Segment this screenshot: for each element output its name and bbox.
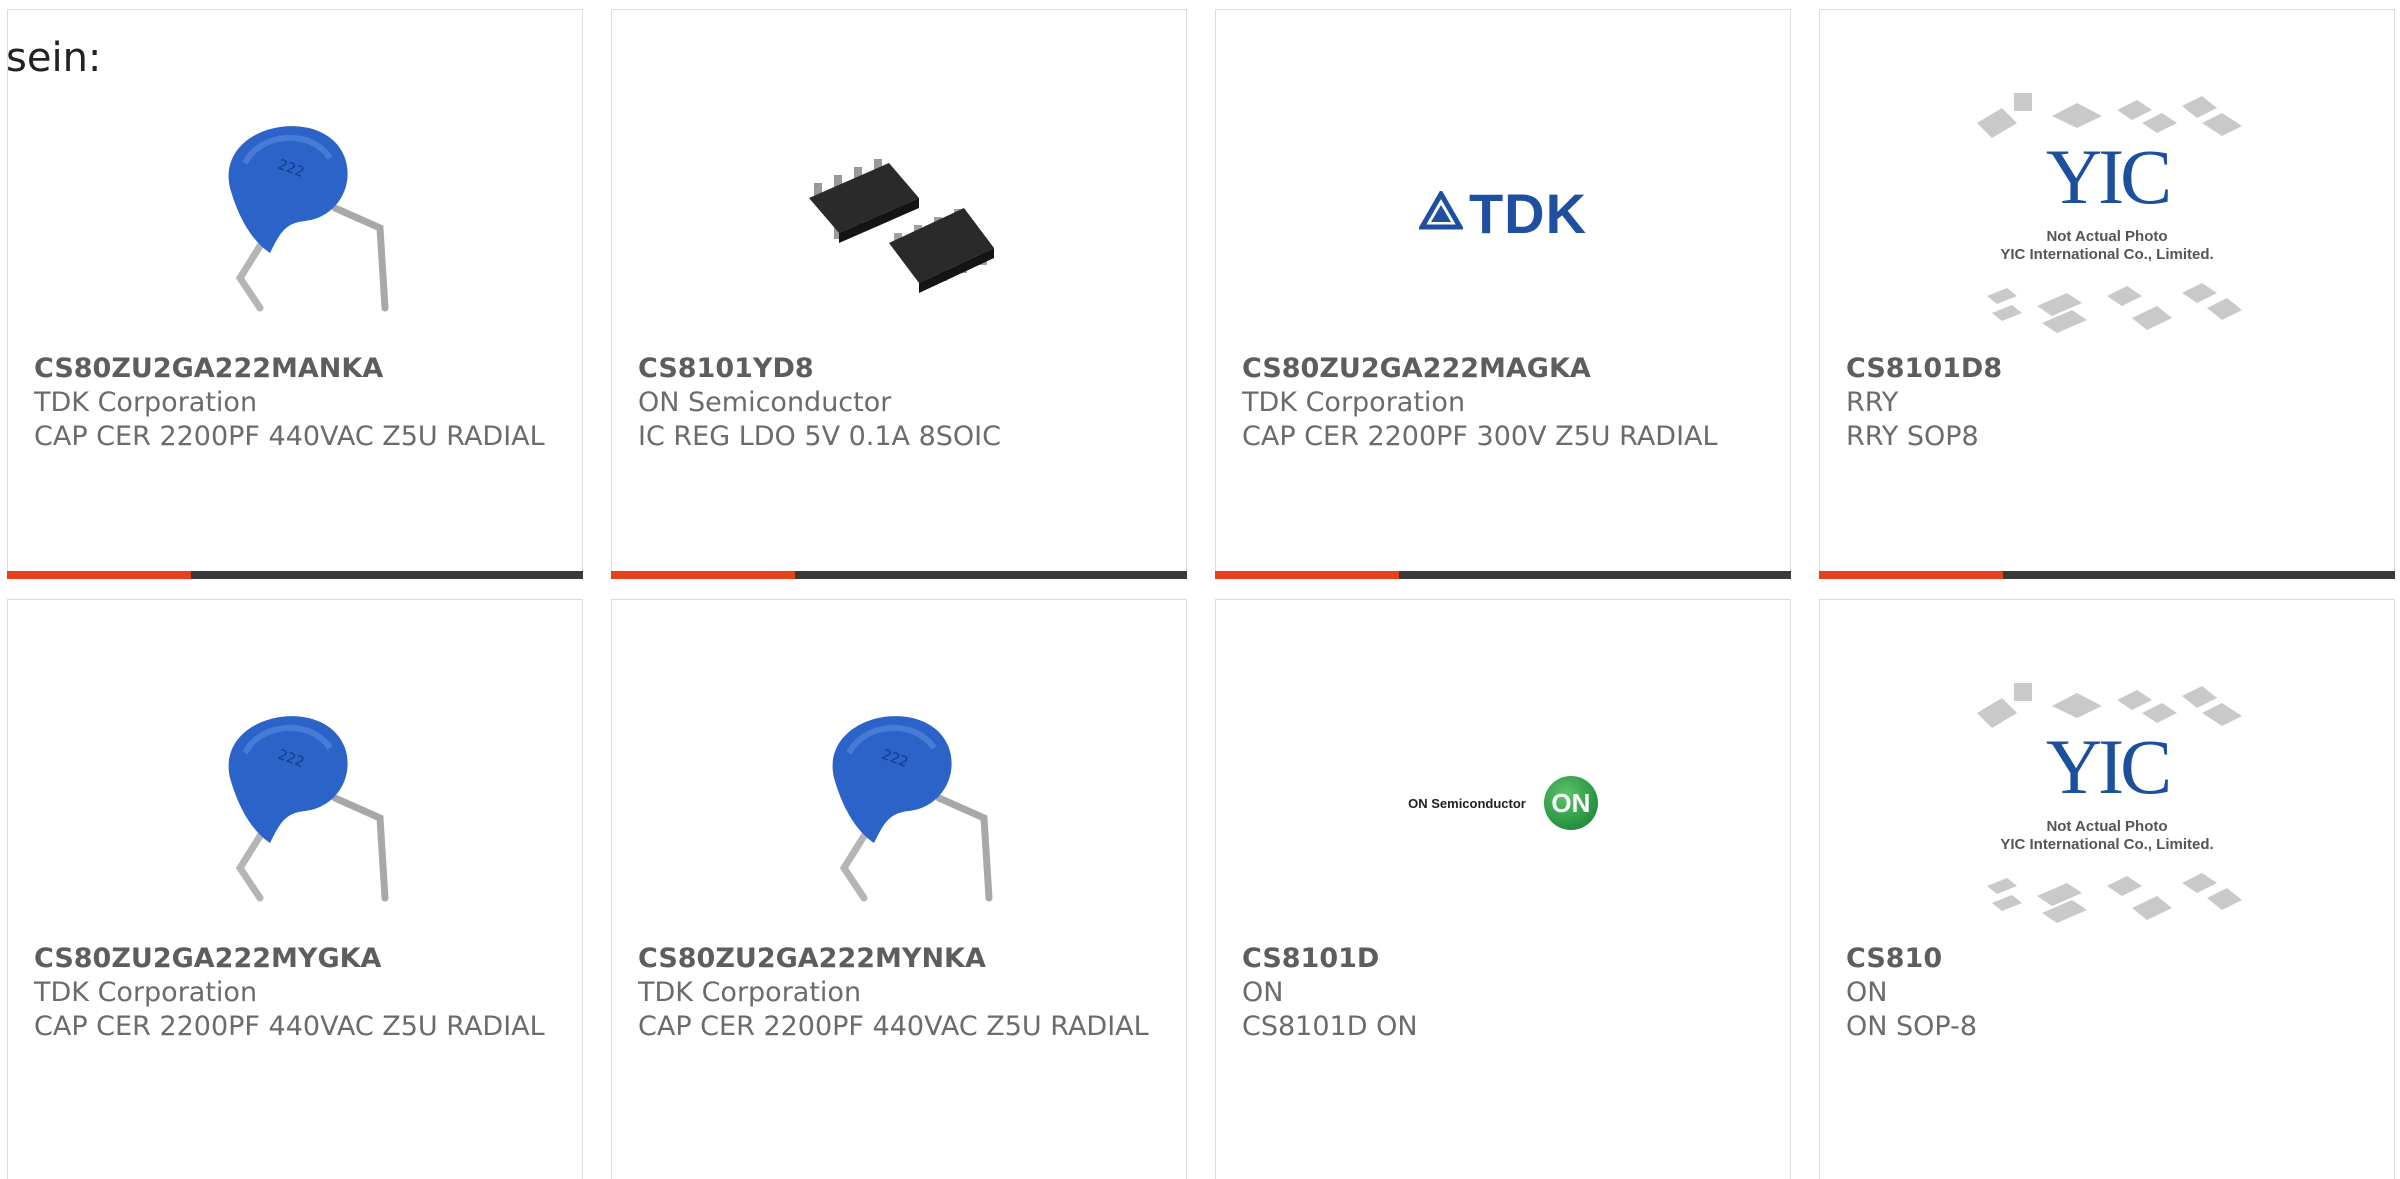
manufacturer: TDK Corporation: [34, 387, 258, 418]
part-number[interactable]: CS80ZU2GA222MANKA: [34, 352, 562, 386]
card-bar-accent: [1215, 571, 1399, 579]
part-number[interactable]: CS80ZU2GA222MYNKA: [638, 942, 1166, 976]
card-bar-accent: [7, 571, 191, 579]
part-number[interactable]: CS810: [1846, 942, 2374, 976]
description: CS8101D ON: [1242, 1011, 1418, 1042]
capacitor-image[interactable]: 222: [749, 668, 1049, 938]
part-number[interactable]: CS80ZU2GA222MYGKA: [34, 942, 562, 976]
product-card[interactable]: 222 CS80ZU2GA222MYGKA TDK Corporation CA…: [7, 599, 583, 1179]
card-bar: [1215, 571, 1791, 579]
manufacturer: ON: [1242, 977, 1284, 1008]
part-number[interactable]: CS8101D8: [1846, 352, 2374, 386]
placeholder-image[interactable]: YIC Not Actual Photo YIC International C…: [1957, 668, 2257, 938]
product-card[interactable]: ON Semiconductor ON CS8101D ON CS8101D O…: [1215, 599, 1791, 1179]
placeholder-image[interactable]: YIC Not Actual Photo YIC International C…: [1957, 78, 2257, 348]
card-bar: [1819, 571, 2395, 579]
yic-placeholder: YIC Not Actual Photo YIC International C…: [1957, 668, 2257, 938]
description: CAP CER 2200PF 440VAC Z5U RADIAL: [638, 1011, 1149, 1042]
yic-placeholder: YIC Not Actual Photo YIC International C…: [1957, 78, 2257, 348]
caption-line: Not Actual Photo: [2046, 818, 2168, 835]
blue-ceramic-capacitor-icon: 222: [228, 126, 389, 312]
placeholder-caption: Not Actual Photo YIC International Co., …: [1957, 228, 2257, 264]
manufacturer: ON Semiconductor: [638, 387, 892, 418]
description: ON SOP-8: [1846, 1011, 1978, 1042]
part-number[interactable]: CS8101YD8: [638, 352, 1166, 386]
yic-logo-text: YIC: [2045, 133, 2172, 220]
product-card[interactable]: 222 CS80ZU2GA222MYNKA TDK Corporation CA…: [611, 599, 1187, 1179]
product-card[interactable]: CS8101YD8 ON Semiconductor IC REG LDO 5V…: [611, 9, 1187, 579]
tdk-logo-text: TDK: [1468, 181, 1588, 245]
description: CAP CER 2200PF 440VAC Z5U RADIAL: [34, 1011, 545, 1042]
card-bar-accent: [1819, 571, 2003, 579]
soic-8-chip-icon: [809, 159, 994, 293]
product-card[interactable]: 222 CS80ZU2GA222MANKA TDK Corporation CA…: [7, 9, 583, 579]
card-bar-accent: [611, 571, 795, 579]
capacitor-image[interactable]: 222: [145, 668, 445, 938]
placeholder-caption: Not Actual Photo YIC International Co., …: [1957, 818, 2257, 854]
yic-logo-text: YIC: [2045, 723, 2172, 810]
product-card[interactable]: YIC Not Actual Photo YIC International C…: [1819, 9, 2395, 579]
part-number[interactable]: CS80ZU2GA222MAGKA: [1242, 352, 1770, 386]
manufacturer: ON: [1846, 977, 1888, 1008]
brand-logo-image[interactable]: TDK: [1353, 78, 1653, 348]
blue-ceramic-capacitor-icon: 222: [832, 716, 993, 902]
blue-ceramic-capacitor-icon: 222: [228, 716, 389, 902]
chip-image[interactable]: [749, 78, 1049, 348]
manufacturer: TDK Corporation: [34, 977, 258, 1008]
manufacturer: RRY: [1846, 387, 1899, 418]
on-semiconductor-logo: ON Semiconductor ON: [1408, 776, 1598, 830]
description: CAP CER 2200PF 300V Z5U RADIAL: [1242, 421, 1718, 452]
description: RRY SOP8: [1846, 421, 1979, 452]
description: CAP CER 2200PF 440VAC Z5U RADIAL: [34, 421, 545, 452]
on-logo-badge: ON: [1543, 776, 1598, 830]
part-number[interactable]: CS8101D: [1242, 942, 1770, 976]
tdk-triangle-icon: [1418, 191, 1463, 230]
product-card[interactable]: TDK CS80ZU2GA222MAGKA TDK Corporation CA…: [1215, 9, 1791, 579]
caption-line: Not Actual Photo: [2046, 228, 2168, 245]
card-bar: [611, 571, 1187, 579]
manufacturer: TDK Corporation: [1242, 387, 1466, 418]
product-card[interactable]: YIC Not Actual Photo YIC International C…: [1819, 599, 2395, 1179]
capacitor-image[interactable]: 222: [145, 78, 445, 348]
brand-logo-image[interactable]: ON Semiconductor ON: [1353, 668, 1653, 938]
tdk-logo: TDK: [1418, 181, 1588, 246]
caption-line: YIC International Co., Limited.: [2000, 836, 2214, 853]
intro-text: sein:: [6, 35, 102, 81]
card-bar: [7, 571, 583, 579]
description: IC REG LDO 5V 0.1A 8SOIC: [638, 421, 1001, 452]
on-semi-logo-text: ON Semiconductor: [1408, 795, 1526, 811]
manufacturer: TDK Corporation: [638, 977, 862, 1008]
caption-line: YIC International Co., Limited.: [2000, 246, 2214, 263]
